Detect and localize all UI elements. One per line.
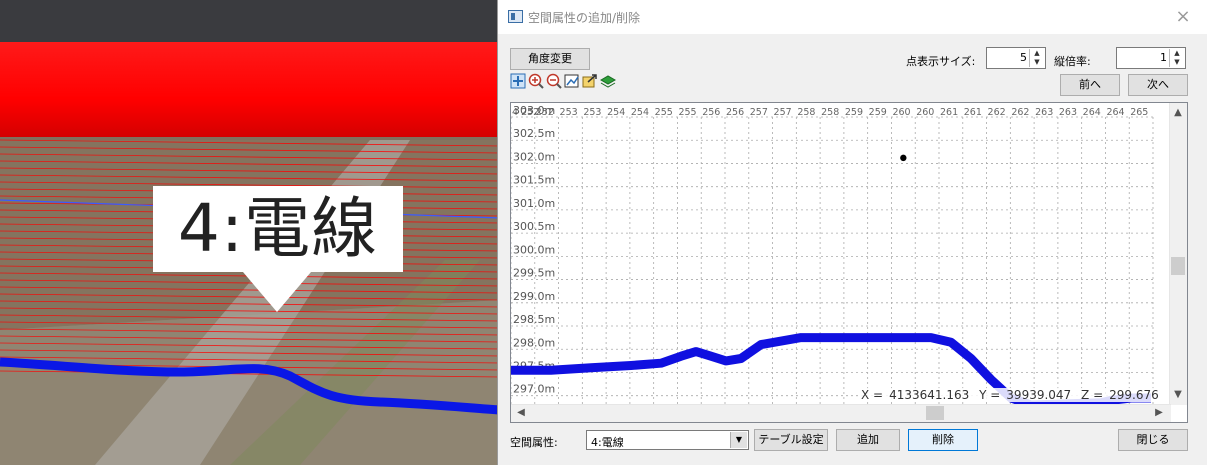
y-tick-label: 302.0m xyxy=(513,150,555,163)
x-tick-label: 257 xyxy=(750,107,768,118)
next-button[interactable]: 次へ xyxy=(1128,74,1188,96)
x-tick-label: 261 xyxy=(940,107,958,118)
close-icon[interactable]: × xyxy=(1172,6,1194,28)
y-tick-label: 299.5m xyxy=(513,267,555,280)
x-tick-label: 264 xyxy=(1106,107,1124,118)
y-tick-label: 300.0m xyxy=(513,243,555,256)
zoom-out-icon[interactable] xyxy=(546,73,562,89)
layer-icon[interactable] xyxy=(600,73,616,89)
stepper-down-icon[interactable]: ▼ xyxy=(1170,58,1184,67)
y-tick-label: 298.0m xyxy=(513,336,555,349)
point-size-value: 5 xyxy=(1020,51,1027,64)
scroll-up-icon[interactable]: ▲ xyxy=(1170,105,1186,121)
label-pointer xyxy=(243,272,311,312)
x-tick-label: 255 xyxy=(678,107,696,118)
add-button[interactable]: 追加 xyxy=(836,429,900,451)
x-tick-label: 261 xyxy=(964,107,982,118)
stepper-up-icon[interactable]: ▲ xyxy=(1030,49,1044,58)
zoom-fit-icon[interactable] xyxy=(510,73,526,89)
x-tick-label: 256 xyxy=(726,107,744,118)
x-tick-label: 258 xyxy=(797,107,815,118)
close-button[interactable]: 閉じる xyxy=(1118,429,1188,451)
window-icon xyxy=(508,10,523,23)
3d-viewport[interactable]: 4:電線 xyxy=(0,0,500,465)
vertical-scrollbar[interactable]: ▲ ▼ xyxy=(1169,103,1187,405)
coordinate-readout: X = 4133641.163 Y = 39939.047 Z = 299.676 xyxy=(861,388,1165,402)
vertical-scroll-thumb[interactable] xyxy=(1171,257,1185,275)
scroll-down-icon[interactable]: ▼ xyxy=(1170,387,1186,403)
x-tick-label: 262 xyxy=(1011,107,1029,118)
vertical-scale-stepper[interactable]: 1 ▲ ▼ xyxy=(1116,47,1186,69)
angle-change-button[interactable]: 角度変更 xyxy=(510,48,590,70)
profile-plot[interactable]: 4 252 252 253 253 254 254 255 255 256 256 257 257 25… xyxy=(510,102,1188,423)
stepper-down-icon[interactable]: ▼ xyxy=(1030,58,1044,67)
y-value: 39939.047 xyxy=(1006,388,1072,402)
y-tick-label: 297.0m xyxy=(513,383,555,396)
point-size-stepper[interactable]: 5 ▲ ▼ xyxy=(986,47,1046,69)
y-tick-label: 301.0m xyxy=(513,197,555,210)
scroll-right-icon[interactable]: ▶ xyxy=(1151,405,1167,421)
x-tick-label: 253 xyxy=(583,107,601,118)
x-tick-label: 256 xyxy=(702,107,720,118)
y-tick-label: 298.5m xyxy=(513,313,555,326)
x-tick-label: 264 xyxy=(1083,107,1101,118)
attribute-label-text: 4:電線 xyxy=(177,190,379,267)
attribute-select[interactable]: 4:電線 ▼ xyxy=(586,430,749,450)
horizontal-scroll-thumb[interactable] xyxy=(926,406,944,420)
dialog-titlebar[interactable]: 空間属性の追加/削除 × xyxy=(498,0,1207,34)
x-tick-label: 257 xyxy=(774,107,792,118)
x-tick-label: 258 xyxy=(821,107,839,118)
zoom-in-icon[interactable] xyxy=(528,73,544,89)
profile-chart[interactable]: 4 252252 253 253 254 254 255 255 256 256 257 257 25… xyxy=(511,103,1171,405)
point-size-label: 点表示サイズ: xyxy=(906,55,976,68)
prev-button[interactable]: 前へ xyxy=(1060,74,1120,96)
y-tick-label: 300.5m xyxy=(513,220,555,233)
scroll-left-icon[interactable]: ◀ xyxy=(513,405,529,421)
x-tick-label: 253 xyxy=(560,107,578,118)
horizontal-scrollbar[interactable]: ◀ ▶ xyxy=(511,404,1171,422)
attribute-select-value: 4:電線 xyxy=(591,436,624,449)
z-value: 299.676 xyxy=(1109,388,1159,402)
x-tick-label: 263 xyxy=(1059,107,1077,118)
x-tick-label: 265 xyxy=(1130,107,1148,118)
y-tick-label: 301.5m xyxy=(513,174,555,187)
vertical-scale-label: 縦倍率: xyxy=(1054,55,1091,68)
y-tick-label: 299.0m xyxy=(513,290,555,303)
x-tick-label: 260 xyxy=(892,107,910,118)
y-tick-label: 302.5m xyxy=(513,127,555,140)
x-tick-label: 260 xyxy=(916,107,934,118)
stepper-up-icon[interactable]: ▲ xyxy=(1170,49,1184,58)
y-tick-label: 303.0m xyxy=(513,104,555,117)
delete-button[interactable]: 削除 xyxy=(908,429,978,451)
x-tick-label: 263 xyxy=(1035,107,1053,118)
x-tick-label: 254 xyxy=(607,107,625,118)
chart-settings-icon[interactable] xyxy=(564,73,580,89)
vertical-scale-value: 1 xyxy=(1160,51,1167,64)
x-tick-label: 262 xyxy=(988,107,1006,118)
z-label: Z = xyxy=(1081,388,1104,402)
y-label: Y = xyxy=(979,388,1001,402)
export-icon[interactable] xyxy=(582,73,598,89)
attribute-label: 空間属性: xyxy=(510,436,558,449)
x-tick-label: 254 xyxy=(631,107,649,118)
x-tick-label: 259 xyxy=(845,107,863,118)
selected-point[interactable] xyxy=(900,154,907,162)
x-tick-label: 255 xyxy=(655,107,673,118)
x-value: 4133641.163 xyxy=(889,388,970,402)
table-settings-button[interactable]: テーブル設定 xyxy=(754,429,828,451)
dialog-title: 空間属性の追加/削除 xyxy=(528,11,641,25)
attribute-label-callout: 4:電線 xyxy=(153,186,403,272)
x-tick-label: 259 xyxy=(869,107,887,118)
spatial-attribute-dialog: 空間属性の追加/削除 × 角度変更 点表示サイズ: 5 ▲ ▼ 縦倍率: 1 ▲ ▼… xyxy=(497,0,1207,465)
x-label: X = xyxy=(861,388,884,402)
chevron-down-icon[interactable]: ▼ xyxy=(730,432,747,448)
